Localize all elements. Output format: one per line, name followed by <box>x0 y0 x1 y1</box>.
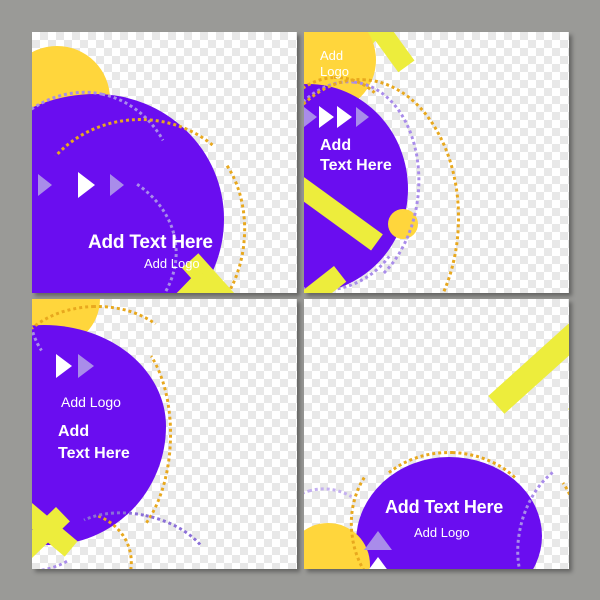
headline-line-2: Text Here <box>58 445 130 462</box>
lime-chevron-bottom <box>304 163 404 293</box>
subline-text: Add Logo <box>144 256 200 271</box>
logo-line-2: Logo <box>320 64 349 79</box>
triangle-right-white <box>56 354 72 378</box>
template-card-bottom-left[interactable]: Add Logo Add Text Here <box>32 299 297 569</box>
triangle-right-purple-a <box>304 107 317 127</box>
headline-line-2: Text Here <box>320 157 392 174</box>
panel-2-artwork: Add Logo Add Text Here <box>304 32 569 293</box>
triangle-right-purple-a <box>38 174 52 196</box>
subline-text: Add Logo <box>61 394 121 410</box>
triangle-right-purple-b <box>356 107 369 127</box>
triangle-right-purple-b <box>110 174 124 196</box>
template-card-top-right[interactable]: Add Logo Add Text Here <box>304 32 569 293</box>
triangle-right-white-b <box>337 106 352 128</box>
panel-1-artwork: Add Text Here Add Logo <box>32 32 297 293</box>
artboard: Add Text Here Add Logo Add Logo Add Text… <box>0 0 600 600</box>
headline-line-1: Add <box>320 137 352 154</box>
panel-4-artwork: Add Text Here Add Logo <box>304 299 569 569</box>
template-card-bottom-right[interactable]: Add Text Here Add Logo <box>304 299 569 569</box>
headline-line-1: Add <box>58 423 90 440</box>
headline-text: Add Text Here <box>88 232 213 253</box>
subline-text: Add Logo <box>414 525 470 540</box>
headline-text: Add Text Here <box>385 497 504 517</box>
triangle-up-white <box>364 557 392 569</box>
triangle-up-purple <box>364 531 392 550</box>
logo-line-1: Add <box>320 48 344 63</box>
triangle-right-purple <box>78 354 94 378</box>
panel-3-artwork: Add Logo Add Text Here <box>32 299 297 569</box>
template-card-top-left[interactable]: Add Text Here Add Logo <box>32 32 297 293</box>
triangle-right-white-a <box>319 106 334 128</box>
lime-chevron <box>32 477 158 569</box>
triangle-right-white <box>78 172 95 198</box>
